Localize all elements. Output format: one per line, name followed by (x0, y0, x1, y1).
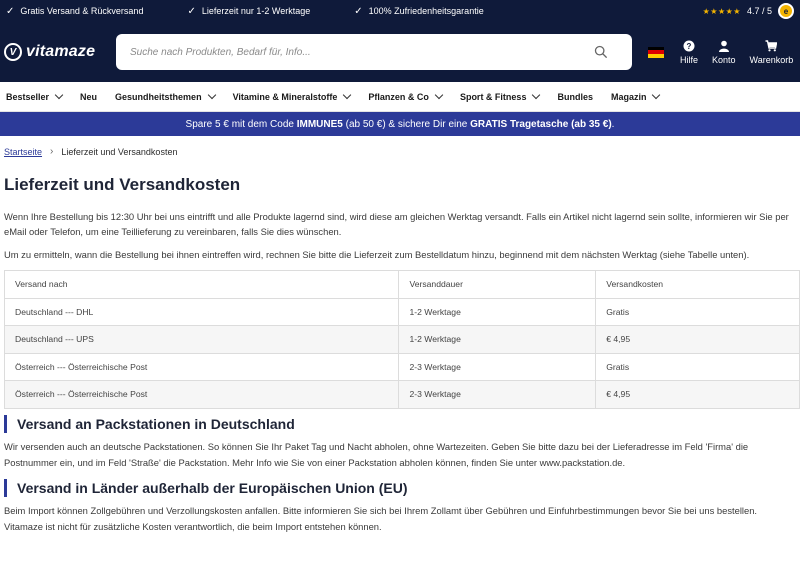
chevron-down-icon (532, 90, 541, 100)
account-label: Konto (712, 54, 736, 65)
cart-icon (765, 39, 778, 51)
promo-text: Spare 5 € mit dem Code (185, 118, 297, 130)
nav-label: Sport & Fitness (459, 91, 527, 102)
promo-condition: (ab 35 €) (571, 118, 612, 130)
nav-label: Neu (80, 91, 98, 102)
table-cell: Deutschland --- UPS (3, 325, 400, 354)
table-cell: 2-3 Werktage (398, 352, 597, 381)
german-flag-icon[interactable] (648, 46, 664, 58)
cart-button[interactable]: Warenkorb (749, 39, 794, 65)
table-row: Deutschland --- UPS 1-2 Werktage € 4,95 (3, 325, 800, 354)
table-cell: Gratis (595, 297, 800, 326)
nav-label: Pflanzen & Co (368, 91, 429, 102)
non-eu-paragraph: Beim Import können Zollgebühren und Verz… (4, 504, 758, 532)
help-label: Hilfe (680, 54, 699, 65)
table-cell: Deutschland --- DHL (3, 297, 400, 326)
search-input[interactable] (130, 46, 618, 58)
table-row: Deutschland --- DHL 1-2 Werktage Gratis (3, 297, 800, 326)
nav-label: Bestseller (6, 91, 50, 102)
nav-label: Vitamine & Mineralstoffe (232, 91, 338, 102)
logo-text: vitamaze (26, 43, 96, 60)
account-button[interactable]: Konto (712, 40, 736, 65)
section-heading-non-eu: Versand in Länder außerhalb der Europäis… (4, 478, 796, 497)
chevron-right-icon: › (50, 146, 54, 157)
chevron-down-icon (54, 90, 64, 100)
nav-item-bundles[interactable]: Bundles (557, 92, 593, 102)
nav-item-sport[interactable]: Sport & Fitness (459, 90, 541, 102)
rating-score: 4.7 / 5 (746, 6, 772, 16)
trusted-shops-badge-icon[interactable]: e (778, 3, 794, 19)
chevron-down-icon (343, 90, 352, 100)
table-row: Österreich --- Österreichische Post 2-3 … (3, 352, 800, 381)
promo-banner[interactable]: Spare 5 € mit dem Code IMMUNE5 (ab 50 €)… (0, 112, 800, 136)
table-cell: 1-2 Werktage (398, 325, 597, 354)
search-bar (116, 34, 632, 70)
help-button[interactable]: ? Hilfe (680, 40, 698, 65)
nav-item-pflanzen[interactable]: Pflanzen & Co (368, 90, 444, 102)
check-icon: ✓ (6, 5, 15, 17)
user-icon (718, 40, 729, 52)
table-cell: 1-2 Werktage (398, 297, 597, 326)
breadcrumb: Startseite › Lieferzeit und Versandkoste… (4, 146, 796, 157)
check-icon: ✓ (354, 5, 363, 17)
check-icon: ✓ (187, 5, 196, 17)
intro-paragraph: Um zu ermitteln, wann die Bestellung bei… (4, 249, 750, 260)
usp-text: 100% Zufriedenheitsgarantie (368, 6, 484, 16)
chevron-down-icon (652, 90, 661, 100)
cart-label: Warenkorb (749, 54, 794, 65)
table-cell: 2-3 Werktage (398, 380, 597, 409)
table-cell: Gratis (595, 352, 800, 381)
nav-item-magazin[interactable]: Magazin (610, 90, 661, 102)
nav-item-vitamine[interactable]: Vitamine & Mineralstoffe (232, 90, 352, 102)
logo[interactable]: V vitamaze (4, 43, 116, 61)
table-cell: € 4,95 (595, 380, 800, 409)
trusted-shops-rating[interactable]: ★★★★★ 4.7 / 5 e (703, 3, 794, 19)
rating-stars: ★★★★★ (702, 6, 741, 16)
nav-label: Magazin (610, 91, 647, 102)
promo-text: . (611, 118, 615, 130)
nav-item-bestseller[interactable]: Bestseller (6, 90, 64, 102)
breadcrumb-current: Lieferzeit und Versandkosten (61, 146, 178, 157)
usp-item: ✓ Lieferzeit nur 1-2 Werktage (187, 6, 310, 17)
usp-text: Gratis Versand & Rückversand (20, 6, 144, 16)
page-title: Lieferzeit und Versandkosten (4, 175, 241, 194)
promo-code: IMMUNE5 (296, 118, 343, 130)
main-content: Startseite › Lieferzeit und Versandkoste… (0, 146, 800, 535)
usp-text: Lieferzeit nur 1-2 Werktage (201, 6, 311, 16)
promo-text: (ab 50 €) & sichere Dir eine (342, 118, 471, 130)
shipping-table: Versand nach Versanddauer Versandkosten … (3, 270, 800, 409)
table-cell: € 4,95 (595, 325, 800, 354)
table-header: Versand nach (3, 270, 400, 299)
nav-item-neu[interactable]: Neu (80, 92, 97, 102)
table-cell: Österreich --- Österreichische Post (3, 352, 400, 381)
breadcrumb-home-link[interactable]: Startseite (4, 147, 42, 157)
search-icon[interactable] (594, 45, 608, 59)
chevron-down-icon (434, 90, 444, 100)
logo-icon: V (4, 43, 22, 61)
chevron-down-icon (207, 90, 216, 100)
usp-item: ✓ 100% Zufriedenheitsgarantie (354, 6, 483, 17)
table-header: Versanddauer (398, 270, 597, 299)
promo-gift: GRATIS Tragetasche (470, 118, 569, 130)
table-header-row: Versand nach Versanddauer Versandkosten (3, 270, 800, 299)
table-cell: Österreich --- Österreichische Post (3, 380, 400, 409)
nav-label: Gesundheitsthemen (115, 91, 202, 102)
main-nav: Bestseller Neu Gesundheitsthemen Vitamin… (0, 82, 800, 112)
nav-label: Bundles (557, 91, 593, 102)
nav-item-gesundheitsthemen[interactable]: Gesundheitsthemen (115, 90, 216, 102)
table-row: Österreich --- Österreichische Post 2-3 … (3, 380, 800, 409)
site-header: V vitamaze ? Hilfe Konto (0, 22, 800, 82)
help-icon: ? (683, 40, 695, 51)
usp-bar: ✓ Gratis Versand & Rückversand ✓ Lieferz… (0, 0, 800, 22)
intro-paragraph: Wenn Ihre Bestellung bis 12:30 Uhr bei u… (4, 211, 789, 237)
section-heading-packstation: Versand an Packstationen in Deutschland (4, 414, 796, 433)
usp-item: ✓ Gratis Versand & Rückversand (6, 6, 143, 17)
packstation-paragraph: Wir versenden auch an deutsche Packstati… (4, 440, 749, 468)
svg-text:?: ? (687, 42, 692, 51)
header-actions: ? Hilfe Konto Warenkorb (680, 39, 794, 65)
table-header: Versandkosten (595, 270, 800, 299)
